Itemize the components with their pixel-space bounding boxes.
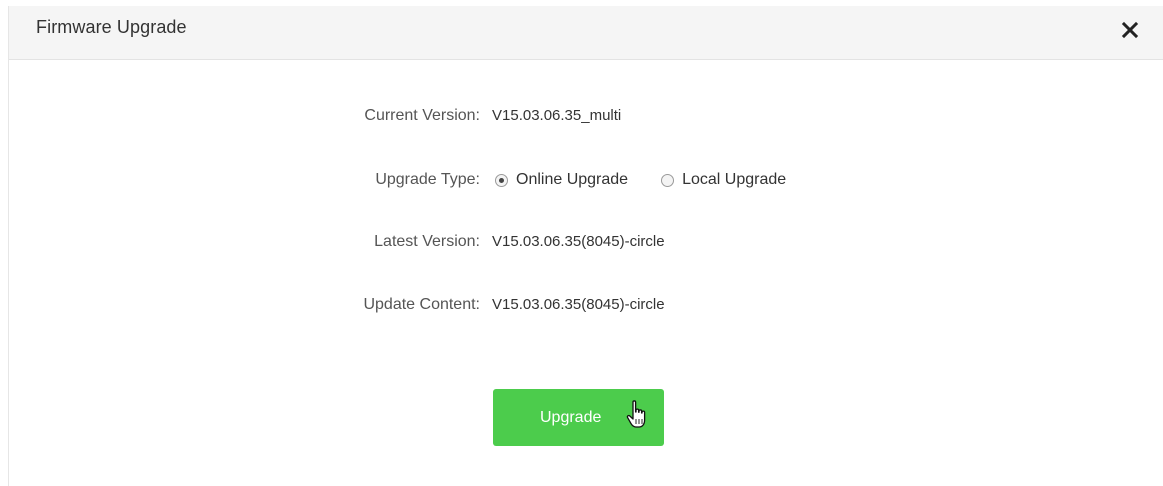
latest-version-value: V15.03.06.35(8045)-circle [492,233,665,250]
update-content-value: V15.03.06.35(8045)-circle [492,296,665,313]
radio-unchecked-icon[interactable] [661,173,675,187]
current-version-value: V15.03.06.35_multi [492,107,622,124]
dialog-title: Firmware Upgrade [36,17,187,37]
update-content-label: Update Content: [363,296,480,313]
upgrade-type-row: Upgrade Type: Online Upgrade Local Upgra… [9,168,1163,192]
dialog-header: Firmware Upgrade [9,6,1163,60]
update-content-row: Update Content: V15.03.06.35(8045)-circl… [9,293,1163,317]
upgrade-type-radio-group: Online Upgrade Local Upgrade [495,168,819,192]
online-upgrade-radio[interactable]: Online Upgrade [495,168,628,192]
online-upgrade-label: Online Upgrade [516,171,629,188]
hand-pointer-icon [626,400,646,428]
upgrade-button[interactable]: Upgrade [493,389,664,446]
local-upgrade-radio[interactable]: Local Upgrade [661,168,786,192]
current-version-label: Current Version: [364,107,480,124]
upgrade-button-label: Upgrade [540,409,602,426]
current-version-row: Current Version: V15.03.06.35_multi [9,104,1163,128]
latest-version-label: Latest Version: [374,233,480,250]
latest-version-row: Latest Version: V15.03.06.35(8045)-circl… [9,230,1163,254]
close-button[interactable] [1117,17,1143,43]
local-upgrade-label: Local Upgrade [682,171,787,188]
firmware-upgrade-dialog: Firmware Upgrade Current Version: V15.03… [8,6,1163,486]
close-icon [1121,21,1139,39]
radio-checked-icon[interactable] [495,173,508,187]
upgrade-type-label: Upgrade Type: [375,171,480,188]
